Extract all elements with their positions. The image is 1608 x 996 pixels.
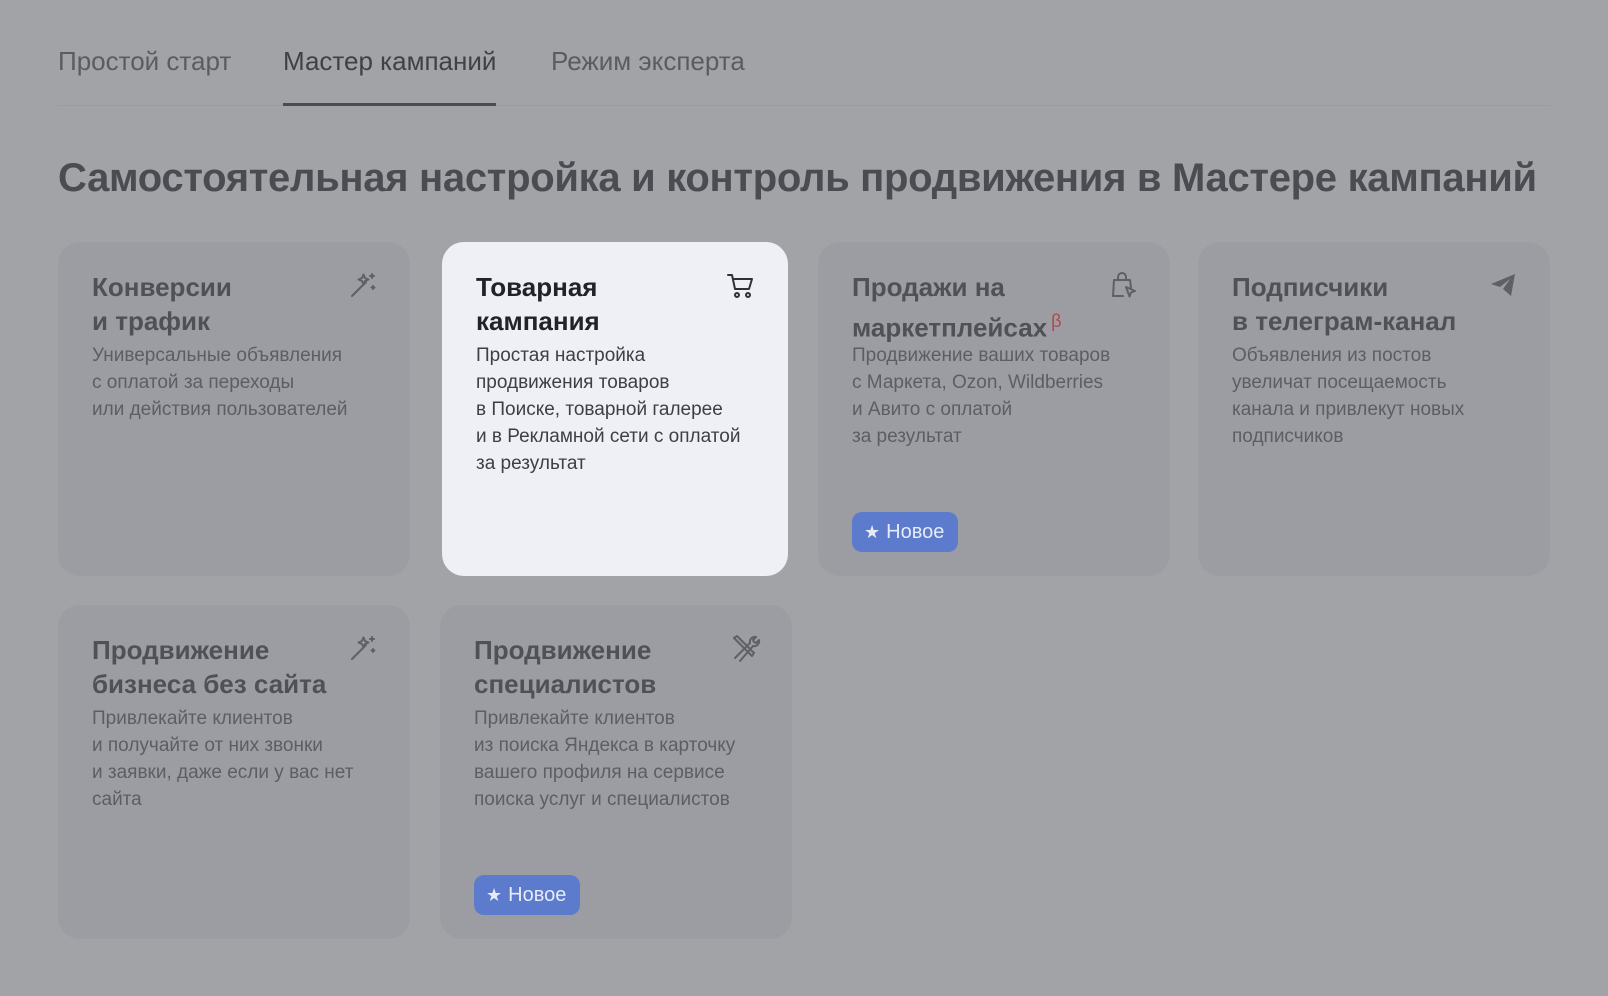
card-desc-line: за результат [476,453,586,474]
card-title-line: в телеграм-канал [1232,306,1457,336]
cart-icon [724,268,758,302]
card-description: Универсальные объявления с оплатой за пе… [92,342,382,423]
card-title: Товарная кампания [476,270,716,338]
tab-expert-mode[interactable]: Режим эксперта [551,46,745,106]
card-desc-line: из поиска Яндекса в карточку [474,735,736,756]
card-product-campaign[interactable]: Товарная кампания Простая настройка прод… [442,242,788,576]
card-title-line: Продвижение [92,635,270,665]
card-desc-line: с Маркета, Ozon, Wildberries [852,372,1104,393]
card-desc-line: или действия пользователей [92,399,348,420]
card-description: Привлекайте клиентов и получайте от них … [92,705,382,813]
card-description: Продвижение ваших товаров с Маркета, Ozo… [852,342,1142,450]
card-description: Объявления из постов увеличат посещаемос… [1232,342,1522,450]
card-desc-line: канала и привлекут новых [1232,399,1465,420]
card-title-line: Продажи на [852,272,1005,302]
card-title: Продвижение бизнеса без сайта [92,633,332,701]
star-icon: ★ [864,522,881,542]
card-desc-line: и заявки, даже если у вас нет [92,762,354,783]
card-desc-line: подписчиков [1232,426,1344,447]
card-title-line: Подписчики [1232,272,1389,302]
magic-wand-icon [346,268,380,302]
card-desc-line: Привлекайте клиентов [474,708,675,729]
card-desc-line: и получайте от них звонки [92,735,323,756]
card-title: Продвижение специалистов [474,633,714,701]
badge-label: Новое [508,884,567,906]
badge-label: Новое [886,521,945,543]
card-telegram-subscribers[interactable]: Подписчики в телеграм-канал Объявления и… [1198,242,1550,576]
shopping-bag-cursor-icon [1106,268,1140,302]
card-desc-line: и Авито с оплатой [852,399,1013,420]
card-specialists[interactable]: Продвижение специалистов Привлекайте кли… [440,605,792,939]
page-title: Самостоятельная настройка и контроль про… [58,156,1537,200]
card-description: Привлекайте клиентов из поиска Яндекса в… [474,705,764,813]
card-conversions-traffic[interactable]: Конверсии и трафик Универсальные объявле… [58,242,410,576]
card-desc-line: Простая настройка [476,345,646,366]
card-title-line: бизнеса без сайта [92,669,327,699]
card-title: Конверсии и трафик [92,270,332,338]
card-desc-line: вашего профиля на сервисе [474,762,725,783]
card-desc-line: поиска услуг и специалистов [474,789,730,810]
card-title-line: Конверсии [92,272,232,302]
card-marketplace-sales[interactable]: Продажи на маркетплейсах β Продвижение ва… [818,242,1170,576]
tab-simple-start[interactable]: Простой старт [58,46,231,106]
card-desc-line: продвижения товаров [476,372,670,393]
paper-plane-icon [1486,268,1520,302]
star-icon: ★ [486,885,503,905]
new-badge: ★ Новое [852,512,959,552]
new-badge: ★ Новое [474,875,581,915]
card-business-without-site[interactable]: Продвижение бизнеса без сайта Привлекайт… [58,605,410,939]
mode-tabs: Простой старт Мастер кампаний Режим эксп… [58,40,1550,106]
card-title-line: специалистов [474,669,657,699]
page: Простой старт Мастер кампаний Режим эксп… [0,0,1608,996]
card-description: Простая настройка продвижения товаров в … [476,342,766,477]
tools-icon [728,631,762,665]
card-title: Подписчики в телеграм-канал [1232,270,1472,338]
card-desc-line: сайта [92,789,142,810]
card-desc-line: за результат [852,426,962,447]
card-desc-line: в Поиске, товарной галерее [476,399,723,420]
card-title-text: маркетплейсах [852,312,1048,343]
card-desc-line: Продвижение ваших товаров [852,345,1111,366]
beta-label: β [1051,311,1062,331]
card-desc-line: Универсальные объявления [92,345,343,366]
card-title-line: Продвижение [474,635,652,665]
card-title-line: кампания [476,306,600,336]
card-title-line: и трафик [92,306,211,336]
card-desc-line: и в Рекламной сети с оплатой [476,426,741,447]
card-desc-line: Привлекайте клиентов [92,708,293,729]
card-title: Продажи на маркетплейсах β [852,270,1092,345]
magic-wand-icon [346,631,380,665]
card-desc-line: с оплатой за переходы [92,372,295,393]
card-title-line: Товарная [476,272,598,302]
card-desc-line: увеличат посещаемость [1232,372,1447,393]
tab-campaign-master[interactable]: Мастер кампаний [283,46,497,106]
card-title-line: маркетплейсах β [852,304,1092,345]
card-desc-line: Объявления из постов [1232,345,1432,366]
